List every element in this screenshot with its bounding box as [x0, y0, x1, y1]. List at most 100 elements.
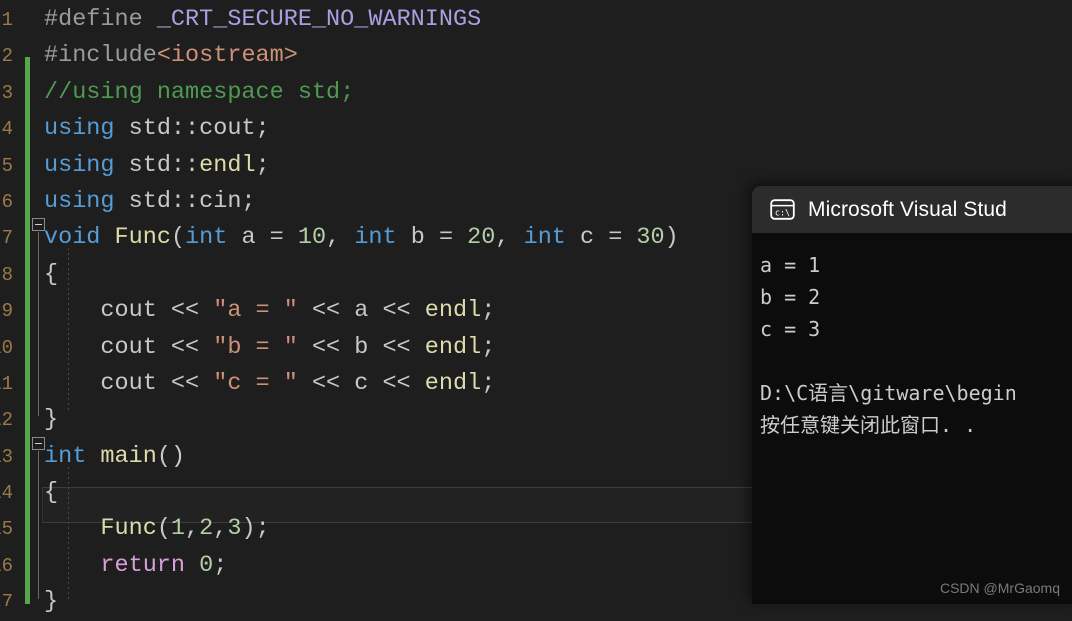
indent-guide-func-body: [68, 248, 69, 412]
code-token: 0: [199, 551, 214, 579]
code-line-text: void Func(int a = 10, int b = 20, int c …: [44, 220, 679, 256]
console-output-line: D:\C语言\gitware\begin: [760, 381, 1017, 405]
code-token: int: [523, 224, 566, 252]
code-line[interactable]: #include<iostream>: [0, 38, 1072, 74]
console-title-text: Microsoft Visual Stud: [808, 197, 1007, 221]
code-token: int: [44, 442, 87, 470]
code-token: int: [354, 224, 397, 252]
console-output-line: a = 1: [760, 253, 821, 277]
code-token: cout <<: [100, 333, 214, 361]
code-line-text: #include<iostream>: [44, 38, 298, 74]
code-token: main: [100, 442, 157, 470]
code-token: std::cout;: [114, 115, 270, 143]
code-token: << b <<: [297, 333, 425, 361]
fold-toggle-func[interactable]: [32, 218, 45, 231]
code-token: (: [170, 224, 186, 252]
code-line-text: #define _CRT_SECURE_NO_WARNINGS: [44, 2, 481, 38]
code-line-text: using std::endl;: [44, 148, 270, 184]
code-token: 30: [636, 224, 665, 252]
scope-guide-func: [38, 232, 39, 416]
code-line-text: return 0;: [100, 548, 227, 584]
code-token: endl: [424, 369, 482, 397]
code-token: (): [156, 442, 186, 470]
code-line-text: cout << "b = " << b << endl;: [100, 330, 495, 366]
code-token: }: [44, 406, 59, 434]
code-line-text: using std::cout;: [44, 111, 270, 147]
code-token: #include: [44, 42, 157, 70]
code-token: ,: [213, 515, 228, 543]
code-token: {: [44, 260, 59, 288]
code-token: {: [44, 479, 59, 507]
scope-guide-main: [38, 451, 39, 599]
code-token: 3: [227, 515, 242, 543]
console-title-bar[interactable]: c:\ Microsoft Visual Stud: [752, 186, 1072, 233]
code-token: std::cin;: [114, 187, 256, 215]
code-token: int: [185, 224, 228, 252]
code-token: a =: [227, 224, 298, 252]
code-token: }: [44, 588, 59, 616]
code-token: <iostream>: [156, 42, 298, 70]
console-output-area[interactable]: a = 1 b = 2 c = 3 D:\C语言\gitware\begin 按任意键…: [752, 233, 1072, 604]
console-output-line: b = 2: [760, 285, 821, 309]
code-token: "a = ": [213, 297, 298, 325]
code-line-text: using std::cin;: [44, 184, 256, 220]
code-line-text: cout << "c = " << c << endl;: [100, 366, 495, 402]
code-token: endl: [424, 333, 482, 361]
code-token: using: [44, 187, 115, 215]
code-line-text: int main(): [44, 439, 185, 475]
code-token: ,: [326, 224, 355, 252]
code-token: std::: [114, 151, 200, 179]
code-token: ;: [255, 515, 270, 543]
console-output-window[interactable]: c:\ Microsoft Visual Stud a = 1 b = 2 c = …: [752, 186, 1072, 604]
indent-guide-main-body: [68, 467, 69, 599]
code-token: 20: [467, 224, 496, 252]
code-token: Func: [114, 224, 171, 252]
code-token: return: [100, 551, 186, 579]
code-token: b =: [396, 224, 468, 252]
code-token: ,: [185, 515, 200, 543]
code-token: 1: [170, 515, 186, 543]
code-token: ;: [481, 297, 496, 325]
code-token: (: [156, 515, 171, 543]
code-token: << a <<: [297, 297, 425, 325]
code-line[interactable]: #define _CRT_SECURE_NO_WARNINGS: [0, 2, 1072, 38]
code-token: using: [44, 151, 115, 179]
code-line-text: {: [44, 475, 58, 511]
code-line[interactable]: using std::cout;: [0, 111, 1072, 147]
code-token: ,: [495, 224, 524, 252]
code-token: "c = ": [213, 369, 298, 397]
code-token: Func: [100, 515, 157, 543]
code-line-text: }: [44, 402, 58, 438]
code-token: endl: [199, 151, 256, 179]
code-token: ;: [213, 551, 228, 579]
code-token: ): [664, 224, 679, 252]
code-token: endl: [424, 297, 482, 325]
code-token: ): [241, 515, 256, 543]
fold-toggle-main[interactable]: [32, 437, 45, 450]
code-line[interactable]: //using namespace std;: [0, 75, 1072, 111]
code-token: cout <<: [100, 369, 214, 397]
code-token: c =: [565, 224, 637, 252]
code-token: using: [44, 115, 115, 143]
code-token: << c <<: [297, 369, 425, 397]
code-line-text: //using namespace std;: [44, 75, 354, 111]
code-token: #define: [44, 6, 157, 33]
console-output-line: c = 3: [760, 317, 821, 341]
code-line-text: {: [44, 257, 58, 293]
code-line-text: cout << "a = " << a << endl;: [100, 293, 495, 329]
code-line[interactable]: using std::endl;: [0, 148, 1072, 184]
code-token: void: [44, 224, 101, 252]
code-token: cout <<: [100, 297, 214, 325]
console-output-line: 按任意键关闭此窗口. .: [760, 413, 977, 437]
code-line-text: Func(1,2,3);: [100, 511, 269, 547]
code-token: 2: [199, 515, 214, 543]
console-window-icon: c:\: [770, 199, 795, 220]
code-token: ;: [481, 333, 496, 361]
code-token: //using namespace std;: [44, 78, 355, 106]
svg-text:c:\: c:\: [775, 207, 790, 217]
watermark-label: CSDN @MrGaomq: [939, 580, 1060, 596]
